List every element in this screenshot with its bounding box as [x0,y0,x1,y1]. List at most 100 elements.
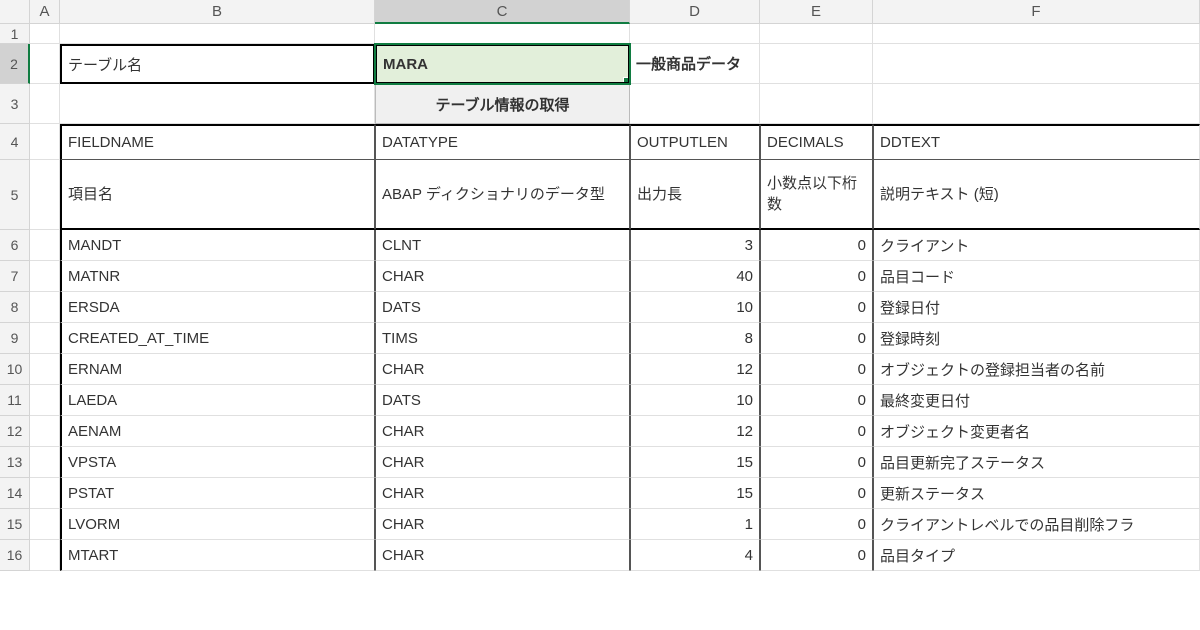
table-cell[interactable]: 0 [760,478,873,509]
cell-c1[interactable] [375,24,630,44]
row-header-9[interactable]: 9 [0,323,30,354]
table-cell[interactable]: 品目更新完了ステータス [873,447,1200,478]
table-cell[interactable]: 0 [760,230,873,261]
table-cell[interactable]: 0 [760,354,873,385]
row-header-13[interactable]: 13 [0,447,30,478]
header-outputlen[interactable]: OUTPUTLEN [630,124,760,160]
cell-f2[interactable] [873,44,1200,84]
table-cell[interactable]: MATNR [60,261,375,292]
cell-b3[interactable] [60,84,375,124]
table-cell[interactable]: オブジェクトの登録担当者の名前 [873,354,1200,385]
table-cell[interactable]: CHAR [375,261,630,292]
col-header-a[interactable]: A [30,0,60,24]
header-jp-datatype[interactable]: ABAP ディクショナリのデータ型 [375,160,630,230]
row-header-4[interactable]: 4 [0,124,30,160]
header-jp-outputlen[interactable]: 出力長 [630,160,760,230]
table-cell[interactable]: 更新ステータス [873,478,1200,509]
row-header-12[interactable]: 12 [0,416,30,447]
cell-a13[interactable] [30,447,60,478]
col-header-f[interactable]: F [873,0,1200,24]
table-cell[interactable]: ERNAM [60,354,375,385]
table-cell[interactable]: CREATED_AT_TIME [60,323,375,354]
table-cell[interactable]: 15 [630,447,760,478]
cell-e3[interactable] [760,84,873,124]
table-cell[interactable]: AENAM [60,416,375,447]
header-ddtext[interactable]: DDTEXT [873,124,1200,160]
header-decimals[interactable]: DECIMALS [760,124,873,160]
col-header-d[interactable]: D [630,0,760,24]
cell-e2[interactable] [760,44,873,84]
table-name-label-cell[interactable]: テーブル名 [60,44,375,84]
table-cell[interactable]: 0 [760,261,873,292]
cell-a10[interactable] [30,354,60,385]
table-cell[interactable]: CHAR [375,354,630,385]
cell-a1[interactable] [30,24,60,44]
table-cell[interactable]: 0 [760,447,873,478]
table-cell[interactable]: 最終変更日付 [873,385,1200,416]
row-header-3[interactable]: 3 [0,84,30,124]
table-cell[interactable]: TIMS [375,323,630,354]
table-cell[interactable]: LVORM [60,509,375,540]
table-cell[interactable]: DATS [375,292,630,323]
header-fieldname[interactable]: FIELDNAME [60,124,375,160]
table-cell[interactable]: 3 [630,230,760,261]
row-header-1[interactable]: 1 [0,24,30,44]
table-cell[interactable]: CHAR [375,416,630,447]
row-header-8[interactable]: 8 [0,292,30,323]
cell-f1[interactable] [873,24,1200,44]
cell-a16[interactable] [30,540,60,571]
row-header-11[interactable]: 11 [0,385,30,416]
table-cell[interactable]: VPSTA [60,447,375,478]
table-cell[interactable]: ERSDA [60,292,375,323]
row-header-10[interactable]: 10 [0,354,30,385]
row-header-16[interactable]: 16 [0,540,30,571]
table-cell[interactable]: 4 [630,540,760,571]
col-header-c[interactable]: C [375,0,630,24]
table-cell[interactable]: 登録日付 [873,292,1200,323]
table-cell[interactable]: クライアント [873,230,1200,261]
table-cell[interactable]: 12 [630,354,760,385]
table-cell[interactable]: 10 [630,385,760,416]
cell-b1[interactable] [60,24,375,44]
cell-d3[interactable] [630,84,760,124]
table-cell[interactable]: CHAR [375,509,630,540]
cell-a9[interactable] [30,323,60,354]
table-name-value-cell[interactable]: MARA [375,44,630,84]
col-header-b[interactable]: B [60,0,375,24]
row-header-14[interactable]: 14 [0,478,30,509]
cell-a14[interactable] [30,478,60,509]
table-cell[interactable]: 0 [760,323,873,354]
table-cell[interactable]: 15 [630,478,760,509]
table-cell[interactable]: 0 [760,416,873,447]
table-cell[interactable]: CLNT [375,230,630,261]
header-jp-fieldname[interactable]: 項目名 [60,160,375,230]
row-header-6[interactable]: 6 [0,230,30,261]
row-header-5[interactable]: 5 [0,160,30,230]
row-header-15[interactable]: 15 [0,509,30,540]
cell-a3[interactable] [30,84,60,124]
table-desc-cell[interactable]: 一般商品データ [630,44,760,84]
cell-a4[interactable] [30,124,60,160]
table-cell[interactable]: 品目コード [873,261,1200,292]
row-header-2[interactable]: 2 [0,44,30,84]
cell-a2[interactable] [30,44,60,84]
header-jp-decimals[interactable]: 小数点以下桁数 [760,160,873,230]
table-cell[interactable]: 1 [630,509,760,540]
table-cell[interactable]: MTART [60,540,375,571]
table-cell[interactable]: 登録時刻 [873,323,1200,354]
cell-a7[interactable] [30,261,60,292]
table-cell[interactable]: DATS [375,385,630,416]
cell-f3[interactable] [873,84,1200,124]
table-cell[interactable]: オブジェクト変更者名 [873,416,1200,447]
table-cell[interactable]: LAEDA [60,385,375,416]
table-cell[interactable]: 10 [630,292,760,323]
cell-e1[interactable] [760,24,873,44]
table-cell[interactable]: 8 [630,323,760,354]
col-header-e[interactable]: E [760,0,873,24]
cell-a6[interactable] [30,230,60,261]
cell-a5[interactable] [30,160,60,230]
table-cell[interactable]: 12 [630,416,760,447]
table-cell[interactable]: CHAR [375,447,630,478]
cell-a11[interactable] [30,385,60,416]
table-cell[interactable]: クライアントレベルでの品目削除フラ [873,509,1200,540]
